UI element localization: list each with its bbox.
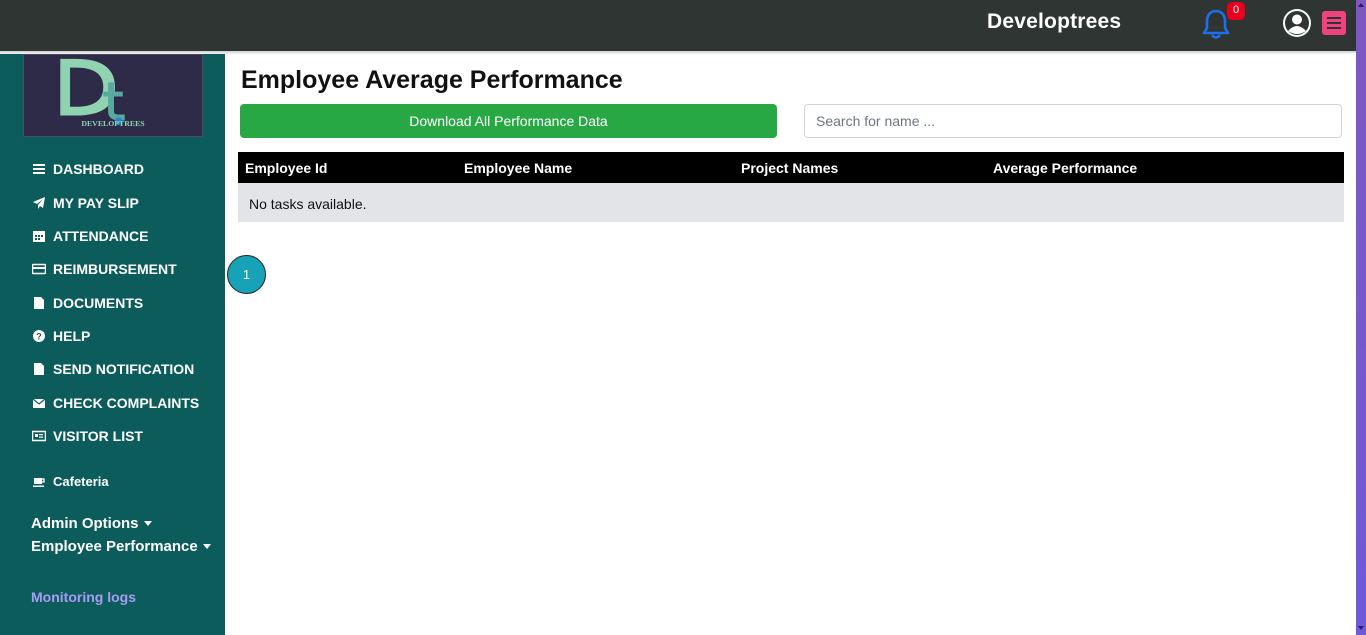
admin-options-label: Admin Options: [31, 515, 139, 532]
sidebar-item-label: REIMBURSEMENT: [53, 261, 177, 277]
search-input[interactable]: [804, 104, 1342, 138]
calendar-icon: [31, 229, 47, 243]
question-circle-icon: ?: [31, 329, 47, 343]
sidebar-item-reimbursement[interactable]: REIMBURSEMENT: [31, 261, 177, 277]
top-navbar: [0, 0, 1356, 51]
monitoring-logs-link[interactable]: Monitoring logs: [31, 589, 136, 605]
scroll-up-arrow-icon[interactable]: [1358, 3, 1364, 7]
page-scrollbar[interactable]: [1356, 0, 1366, 635]
employee-performance-dropdown[interactable]: Employee Performance: [31, 538, 211, 555]
employee-performance-label: Employee Performance: [31, 538, 198, 555]
id-card-icon: [31, 429, 47, 443]
sidebar-item-label: DASHBOARD: [53, 161, 144, 177]
file-icon: [31, 296, 47, 310]
page-title: Employee Average Performance: [241, 66, 623, 94]
hamburger-menu-button[interactable]: [1322, 11, 1346, 35]
sidebar-item-label: MY PAY SLIP: [53, 195, 139, 211]
notification-count-badge: 0: [1227, 2, 1245, 20]
sidebar-item-pay-slip[interactable]: MY PAY SLIP: [31, 195, 139, 211]
pagination-page-button[interactable]: 1: [227, 255, 266, 294]
sidebar-item-help[interactable]: ? HELP: [31, 328, 90, 344]
svg-text:?: ?: [36, 332, 42, 342]
sidebar-item-label: SEND NOTIFICATION: [53, 361, 195, 377]
column-header-project-names: Project Names: [741, 160, 839, 176]
download-performance-button[interactable]: Download All Performance Data: [240, 104, 777, 138]
bars-icon: [31, 162, 47, 176]
sidebar-item-visitor-list[interactable]: VISITOR LIST: [31, 428, 143, 444]
sidebar-item-label: VISITOR LIST: [53, 428, 143, 444]
file-icon: [31, 362, 47, 376]
brand-title[interactable]: Developtrees: [987, 10, 1121, 34]
sidebar-item-dashboard[interactable]: DASHBOARD: [31, 161, 144, 177]
sidebar-item-label: Cafeteria: [53, 474, 109, 489]
sidebar-item-label: DOCUMENTS: [53, 295, 144, 311]
admin-options-dropdown[interactable]: Admin Options: [31, 515, 152, 532]
table-row: No tasks available.: [238, 183, 1344, 222]
envelope-icon: [31, 396, 47, 410]
column-header-employee-id: Employee Id: [245, 160, 328, 176]
table-header: Employee Id Employee Name Project Names …: [238, 152, 1344, 183]
caret-down-icon: [143, 521, 152, 526]
caret-down-icon: [202, 544, 211, 549]
logo-wordmark: DEVELOPTREES: [81, 119, 144, 128]
sidebar-item-documents[interactable]: DOCUMENTS: [31, 295, 143, 311]
scroll-down-arrow-icon[interactable]: [1358, 626, 1364, 630]
column-header-employee-name: Employee Name: [464, 160, 573, 176]
sidebar-item-cafeteria[interactable]: Cafeteria: [31, 474, 109, 489]
sidebar-item-label: HELP: [53, 328, 91, 344]
paper-plane-icon: [31, 196, 47, 210]
company-logo[interactable]: DEVELOPTREES: [23, 54, 203, 137]
empty-table-message: No tasks available.: [249, 196, 367, 212]
sidebar-item-send-notification[interactable]: SEND NOTIFICATION: [31, 361, 194, 377]
sidebar-item-attendance[interactable]: ATTENDANCE: [31, 228, 148, 244]
sidebar-item-label: ATTENDANCE: [53, 228, 149, 244]
sidebar-item-label: CHECK COMPLAINTS: [53, 395, 200, 411]
credit-card-icon: [31, 262, 47, 276]
user-avatar-icon[interactable]: [1281, 7, 1313, 39]
coffee-icon: [31, 475, 47, 489]
column-header-average-performance: Average Performance: [993, 160, 1138, 176]
sidebar-item-check-complaints[interactable]: CHECK COMPLAINTS: [31, 395, 199, 411]
